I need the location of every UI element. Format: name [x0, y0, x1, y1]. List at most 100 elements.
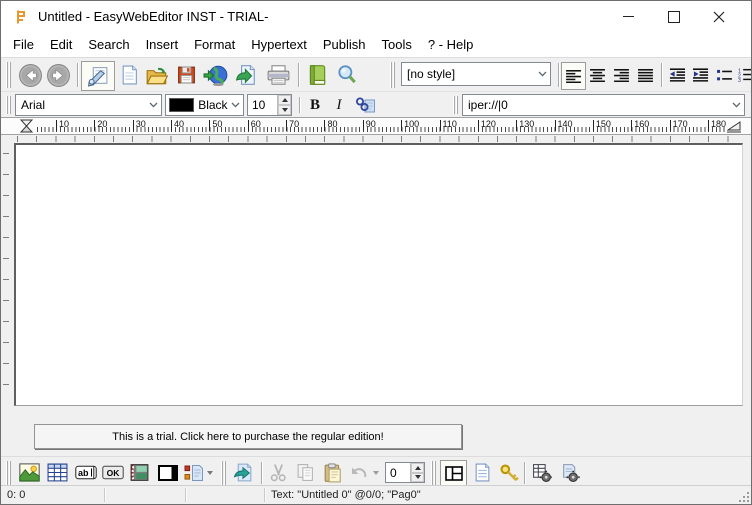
edit-mode-button[interactable]: [81, 61, 115, 91]
right-margin-marker-icon[interactable]: [727, 121, 741, 133]
menu-edit[interactable]: Edit: [42, 34, 80, 55]
zoom-button[interactable]: [333, 61, 361, 89]
style-value: [no style]: [407, 67, 455, 81]
numbered-list-icon: 123: [738, 68, 752, 82]
paste-button[interactable]: [320, 460, 345, 485]
insert-table-button[interactable]: [45, 460, 70, 485]
down-arrow-icon: [282, 108, 288, 112]
insert-anchor-button[interactable]: [182, 460, 215, 485]
ruler-number: 100: [401, 120, 419, 131]
bullet-list-button[interactable]: [713, 62, 736, 88]
bullet-page-icon: [184, 464, 204, 482]
size-down-button[interactable]: [278, 105, 291, 115]
ruler-number: 30: [133, 120, 146, 131]
size-up-button[interactable]: [278, 95, 291, 105]
align-justify-button[interactable]: [634, 62, 657, 88]
dropdown-arrow-icon: [373, 471, 379, 475]
undo-dropdown-button[interactable]: [369, 460, 382, 485]
minimize-button[interactable]: [606, 1, 651, 32]
chevron-down-icon: [145, 95, 161, 115]
preview-button[interactable]: [232, 61, 260, 89]
toolbar-grip[interactable]: [221, 461, 226, 485]
new-document-button[interactable]: [115, 61, 143, 89]
numbered-list-button[interactable]: 123: [734, 62, 752, 88]
page-gear-icon: [560, 463, 580, 482]
spin-up-button[interactable]: [411, 463, 424, 473]
minimize-icon: [623, 16, 634, 17]
menu-publish[interactable]: Publish: [315, 34, 374, 55]
copy-button[interactable]: [293, 460, 318, 485]
printer-icon: [266, 64, 291, 86]
page-properties-button[interactable]: [470, 460, 495, 485]
back-button[interactable]: [16, 61, 44, 89]
resize-grip[interactable]: [738, 491, 750, 503]
menu-help[interactable]: ? - Help: [420, 34, 482, 55]
toolbar-grip[interactable]: [6, 96, 11, 114]
tab-stop-row[interactable]: [1, 135, 751, 143]
status-cell-2: [105, 486, 189, 504]
guide-button[interactable]: [303, 61, 331, 89]
menu-insert[interactable]: Insert: [138, 34, 187, 55]
font-size-spinner[interactable]: 10: [247, 94, 292, 116]
italic-button[interactable]: I: [328, 94, 350, 116]
url-combobox[interactable]: iper://|0: [462, 94, 745, 116]
zoom-spinner[interactable]: 0: [385, 462, 425, 483]
menu-tools[interactable]: Tools: [374, 34, 420, 55]
insert-field-button[interactable]: ab: [73, 460, 98, 485]
style-combobox[interactable]: [no style]: [401, 62, 551, 86]
insert-image-button[interactable]: [17, 460, 42, 485]
title-bar: Untitled - EasyWebEditor INST - TRIAL-: [1, 1, 751, 32]
menu-format[interactable]: Format: [186, 34, 243, 55]
frame-icon: [158, 465, 178, 481]
protect-button[interactable]: [496, 460, 521, 485]
browse-web-button[interactable]: [201, 61, 231, 89]
indent-button[interactable]: [689, 62, 712, 88]
align-right-button[interactable]: [610, 62, 633, 88]
hyperlink-button[interactable]: [352, 94, 378, 116]
export-button[interactable]: [230, 460, 257, 485]
bold-button[interactable]: B: [304, 94, 326, 116]
toolbar-grip[interactable]: [6, 461, 11, 485]
save-button[interactable]: [172, 61, 200, 89]
movie-icon: [129, 463, 150, 482]
app-icon: [13, 9, 29, 25]
insert-frame-button[interactable]: [155, 460, 180, 485]
maximize-button[interactable]: [651, 1, 696, 32]
page-settings-button[interactable]: [557, 460, 582, 485]
undo-button[interactable]: [347, 460, 369, 485]
font-combobox[interactable]: Arial: [15, 94, 162, 116]
trial-banner-button[interactable]: This is a trial. Click here to purchase …: [34, 424, 462, 449]
insert-ok-button[interactable]: OK: [100, 460, 125, 485]
align-left-button[interactable]: [561, 62, 586, 90]
forward-button[interactable]: [44, 61, 72, 89]
editor-canvas[interactable]: [14, 143, 743, 406]
frameset-view-button[interactable]: [440, 460, 467, 487]
open-button[interactable]: [143, 61, 171, 89]
undo-icon: [349, 466, 367, 480]
close-button[interactable]: [696, 1, 741, 32]
toolbar-grip[interactable]: [390, 62, 395, 88]
status-info: Text: "Untitled 0" @0/0; "Pag0": [265, 486, 731, 504]
link-icon: [355, 96, 376, 115]
menu-file[interactable]: File: [5, 34, 42, 55]
cut-button[interactable]: [266, 460, 291, 485]
color-combobox[interactable]: Black: [165, 94, 244, 116]
insert-movie-button[interactable]: [127, 460, 152, 485]
print-button[interactable]: [263, 61, 293, 89]
outdent-button[interactable]: [665, 62, 688, 88]
new-document-icon: [119, 64, 140, 86]
menu-hypertext[interactable]: Hypertext: [243, 34, 315, 55]
site-settings-button[interactable]: [529, 460, 554, 485]
zoom-value[interactable]: 0: [386, 463, 410, 482]
maximize-icon: [668, 11, 680, 23]
toolbar-grip[interactable]: [6, 62, 11, 88]
toolbar-grip[interactable]: [431, 461, 436, 485]
ruler-number: 60: [248, 120, 261, 131]
align-center-button[interactable]: [586, 62, 609, 88]
toolbar-grip[interactable]: [453, 96, 458, 114]
menu-search[interactable]: Search: [80, 34, 137, 55]
font-size-value[interactable]: 10: [248, 95, 277, 115]
spin-down-button[interactable]: [411, 473, 424, 483]
table-gear-icon: [532, 463, 552, 482]
ruler-number: 150: [593, 120, 611, 131]
